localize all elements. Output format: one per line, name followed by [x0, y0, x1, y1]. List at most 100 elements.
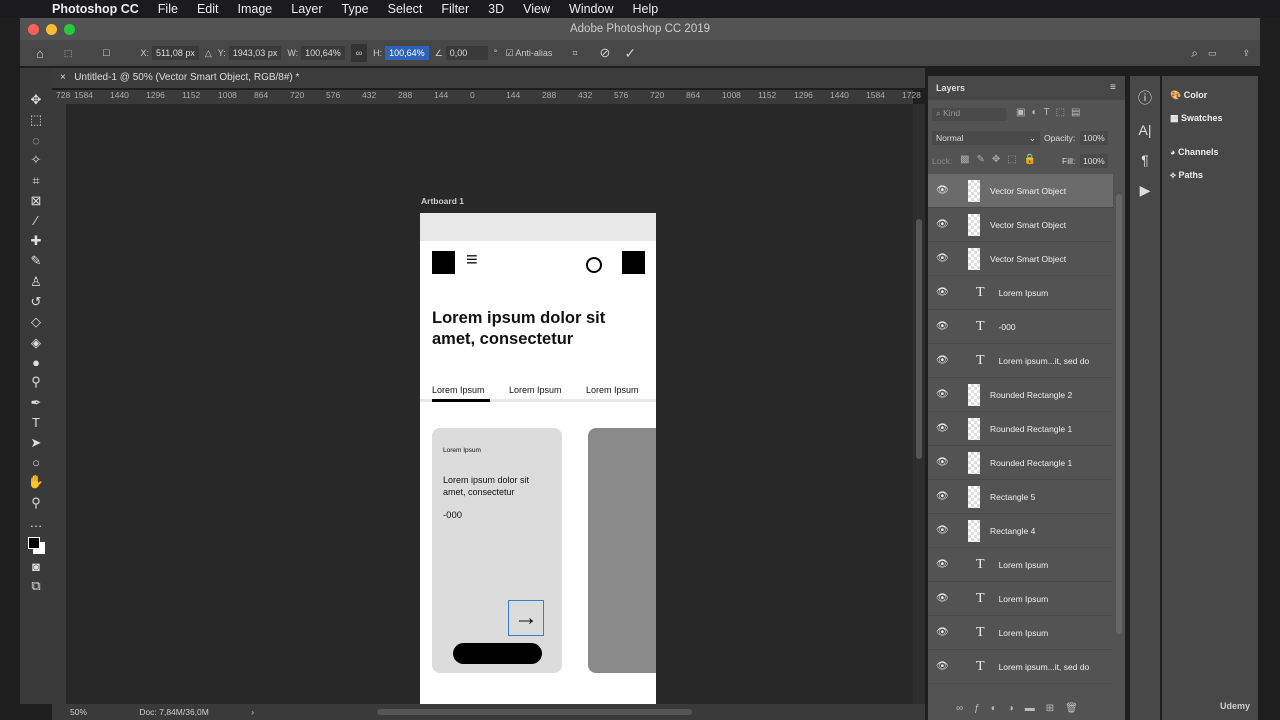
layer-row[interactable]: 👁 Rectangle 5	[928, 480, 1113, 514]
search-icon[interactable]: ⌕	[1191, 46, 1198, 61]
visibility-eye-icon[interactable]: 👁	[936, 389, 949, 400]
close-tab-icon[interactable]: ×	[60, 72, 66, 83]
visibility-eye-icon[interactable]: 👁	[936, 525, 949, 536]
y-field[interactable]: 1943,03 px	[228, 46, 282, 60]
history-brush-icon[interactable]: ↺	[31, 294, 42, 310]
status-arrow-icon[interactable]: ›	[251, 707, 254, 717]
visibility-eye-icon[interactable]: 👁	[936, 661, 949, 672]
layer-row[interactable]: 👁 Rounded Rectangle 1	[928, 412, 1113, 446]
layer-row[interactable]: 👁 Vector Smart Object	[928, 242, 1113, 276]
artboard[interactable]: ≡ Lorem ipsum dolor sit amet, consectetu…	[420, 213, 656, 705]
layer-row[interactable]: 👁 T -000	[928, 310, 1113, 344]
paths-panel-item[interactable]: ⟡ Paths	[1170, 170, 1203, 181]
share-icon[interactable]: ⇪	[1242, 48, 1250, 59]
info-icon[interactable]: ⓘ	[1138, 88, 1152, 108]
blur-tool-icon[interactable]: ●	[32, 355, 40, 370]
layer-row[interactable]: 👁 T Lorem Ipsum	[928, 616, 1113, 650]
type-tool-icon[interactable]: T	[32, 415, 40, 430]
layer-row[interactable]: 👁 Rectangle 4	[928, 514, 1113, 548]
crop-tool-icon[interactable]: ⌗	[32, 173, 39, 189]
commit-icon[interactable]: ✓	[624, 45, 636, 62]
more-tools-icon[interactable]: …	[30, 515, 43, 530]
quick-mask-icon[interactable]: ◙	[32, 559, 40, 574]
dodge-tool-icon[interactable]: ⚲	[31, 374, 41, 390]
filter-icons[interactable]: ▣◐T⬚▤	[1016, 107, 1087, 118]
hand-tool-icon[interactable]: ✋	[28, 474, 44, 490]
warp-icon[interactable]: ⌗	[572, 48, 577, 59]
visibility-eye-icon[interactable]: 👁	[936, 491, 949, 502]
opacity-field[interactable]: 100%	[1080, 131, 1108, 145]
magic-wand-tool-icon[interactable]: ✧	[31, 152, 42, 168]
layer-row[interactable]: 👁 T Lorem Ipsum	[928, 548, 1113, 582]
angle-field[interactable]: 0,00	[445, 46, 488, 60]
filter-kind[interactable]: ⌕ Kind	[932, 108, 1006, 121]
horizontal-scrollbar[interactable]	[377, 709, 692, 715]
eyedropper-tool-icon[interactable]: ⁄	[35, 213, 37, 228]
visibility-eye-icon[interactable]: 👁	[936, 559, 949, 570]
layer-row[interactable]: 👁 T Lorem ipsum...it, sed do	[928, 650, 1113, 684]
menu-window[interactable]: Window	[569, 2, 613, 16]
frame-tool-icon[interactable]: ⊠	[31, 193, 42, 209]
visibility-eye-icon[interactable]: 👁	[936, 185, 949, 196]
menu-select[interactable]: Select	[388, 2, 423, 16]
visibility-eye-icon[interactable]: 👁	[936, 593, 949, 604]
zoom-level[interactable]: 50%	[70, 707, 87, 717]
link-icon[interactable]: ∞	[350, 44, 368, 62]
eraser-tool-icon[interactable]: ◇	[31, 314, 41, 330]
brush-tool-icon[interactable]: ✎	[31, 253, 42, 269]
character-icon[interactable]: A|	[1139, 122, 1152, 138]
visibility-eye-icon[interactable]: 👁	[936, 423, 949, 434]
app-menu[interactable]: Photoshop CC	[52, 2, 139, 16]
menu-help[interactable]: Help	[633, 2, 659, 16]
path-select-tool-icon[interactable]: ➤	[31, 435, 42, 451]
cancel-icon[interactable]: ⊘	[600, 45, 611, 61]
screen-mode-icon[interactable]: ⧉	[31, 578, 40, 594]
ellipse-tool-icon[interactable]: ○	[32, 455, 40, 470]
menu-view[interactable]: View	[523, 2, 550, 16]
visibility-eye-icon[interactable]: 👁	[936, 253, 949, 264]
menu-filter[interactable]: Filter	[441, 2, 469, 16]
visibility-eye-icon[interactable]: 👁	[936, 287, 949, 298]
reference-point-icon[interactable]: ☐	[102, 48, 110, 59]
lasso-tool-icon[interactable]: ◌	[32, 133, 40, 148]
menu-image[interactable]: Image	[238, 2, 273, 16]
visibility-eye-icon[interactable]: 👁	[936, 627, 949, 638]
stamp-tool-icon[interactable]: ♙	[30, 274, 42, 290]
healing-tool-icon[interactable]: ✚	[31, 233, 42, 249]
color-panel-item[interactable]: 🎨 Color	[1170, 90, 1207, 101]
channels-panel-item[interactable]: ◕ Channels	[1170, 147, 1218, 157]
lock-icons[interactable]: ▩✎✥⬚🔒	[960, 154, 1043, 165]
layers-scrollbar[interactable]	[1116, 194, 1122, 634]
layer-row[interactable]: 👁 T Lorem Ipsum	[928, 276, 1113, 310]
bucket-tool-icon[interactable]: ◈	[31, 335, 41, 351]
antialias-checkbox[interactable]: ☑ Anti-alias	[505, 48, 552, 59]
marquee-tool-icon[interactable]: ⬚	[30, 112, 42, 128]
layers-tab[interactable]: Layers	[936, 83, 965, 93]
visibility-eye-icon[interactable]: 👁	[936, 355, 949, 366]
visibility-eye-icon[interactable]: 👁	[936, 219, 949, 230]
visibility-eye-icon[interactable]: 👁	[936, 457, 949, 468]
menu-edit[interactable]: Edit	[197, 2, 219, 16]
move-tool-icon[interactable]: ✥	[31, 92, 42, 108]
document-tab[interactable]: × Untitled-1 @ 50% (Vector Smart Object,…	[52, 68, 925, 88]
layer-row[interactable]: 👁 T Lorem Ipsum	[928, 582, 1113, 616]
arrow-right-icon[interactable]: →	[508, 600, 544, 636]
home-icon[interactable]: ⌂	[36, 46, 44, 61]
maximize-button[interactable]	[64, 24, 75, 35]
fill-field[interactable]: 100%	[1080, 154, 1108, 168]
menu-layer[interactable]: Layer	[291, 2, 322, 16]
layer-row[interactable]: 👁 Rounded Rectangle 1	[928, 446, 1113, 480]
x-field[interactable]: 511,08 px	[151, 46, 199, 60]
transform-icon[interactable]: ⬚	[64, 48, 73, 59]
color-swatches[interactable]	[26, 535, 46, 555]
close-button[interactable]	[28, 24, 39, 35]
actions-play-icon[interactable]: ▶	[1140, 182, 1151, 199]
visibility-eye-icon[interactable]: 👁	[936, 321, 949, 332]
workspace-icon[interactable]: ▭	[1208, 48, 1217, 59]
layer-row[interactable]: 👁 Vector Smart Object	[928, 174, 1113, 208]
h-field[interactable]: 100,64%	[385, 46, 429, 60]
blend-mode-select[interactable]: Normal ⌄	[932, 131, 1040, 145]
layer-row[interactable]: 👁 T Lorem ipsum...it, sed do	[928, 344, 1113, 378]
menu-3d[interactable]: 3D	[488, 2, 504, 16]
menu-file[interactable]: File	[158, 2, 178, 16]
